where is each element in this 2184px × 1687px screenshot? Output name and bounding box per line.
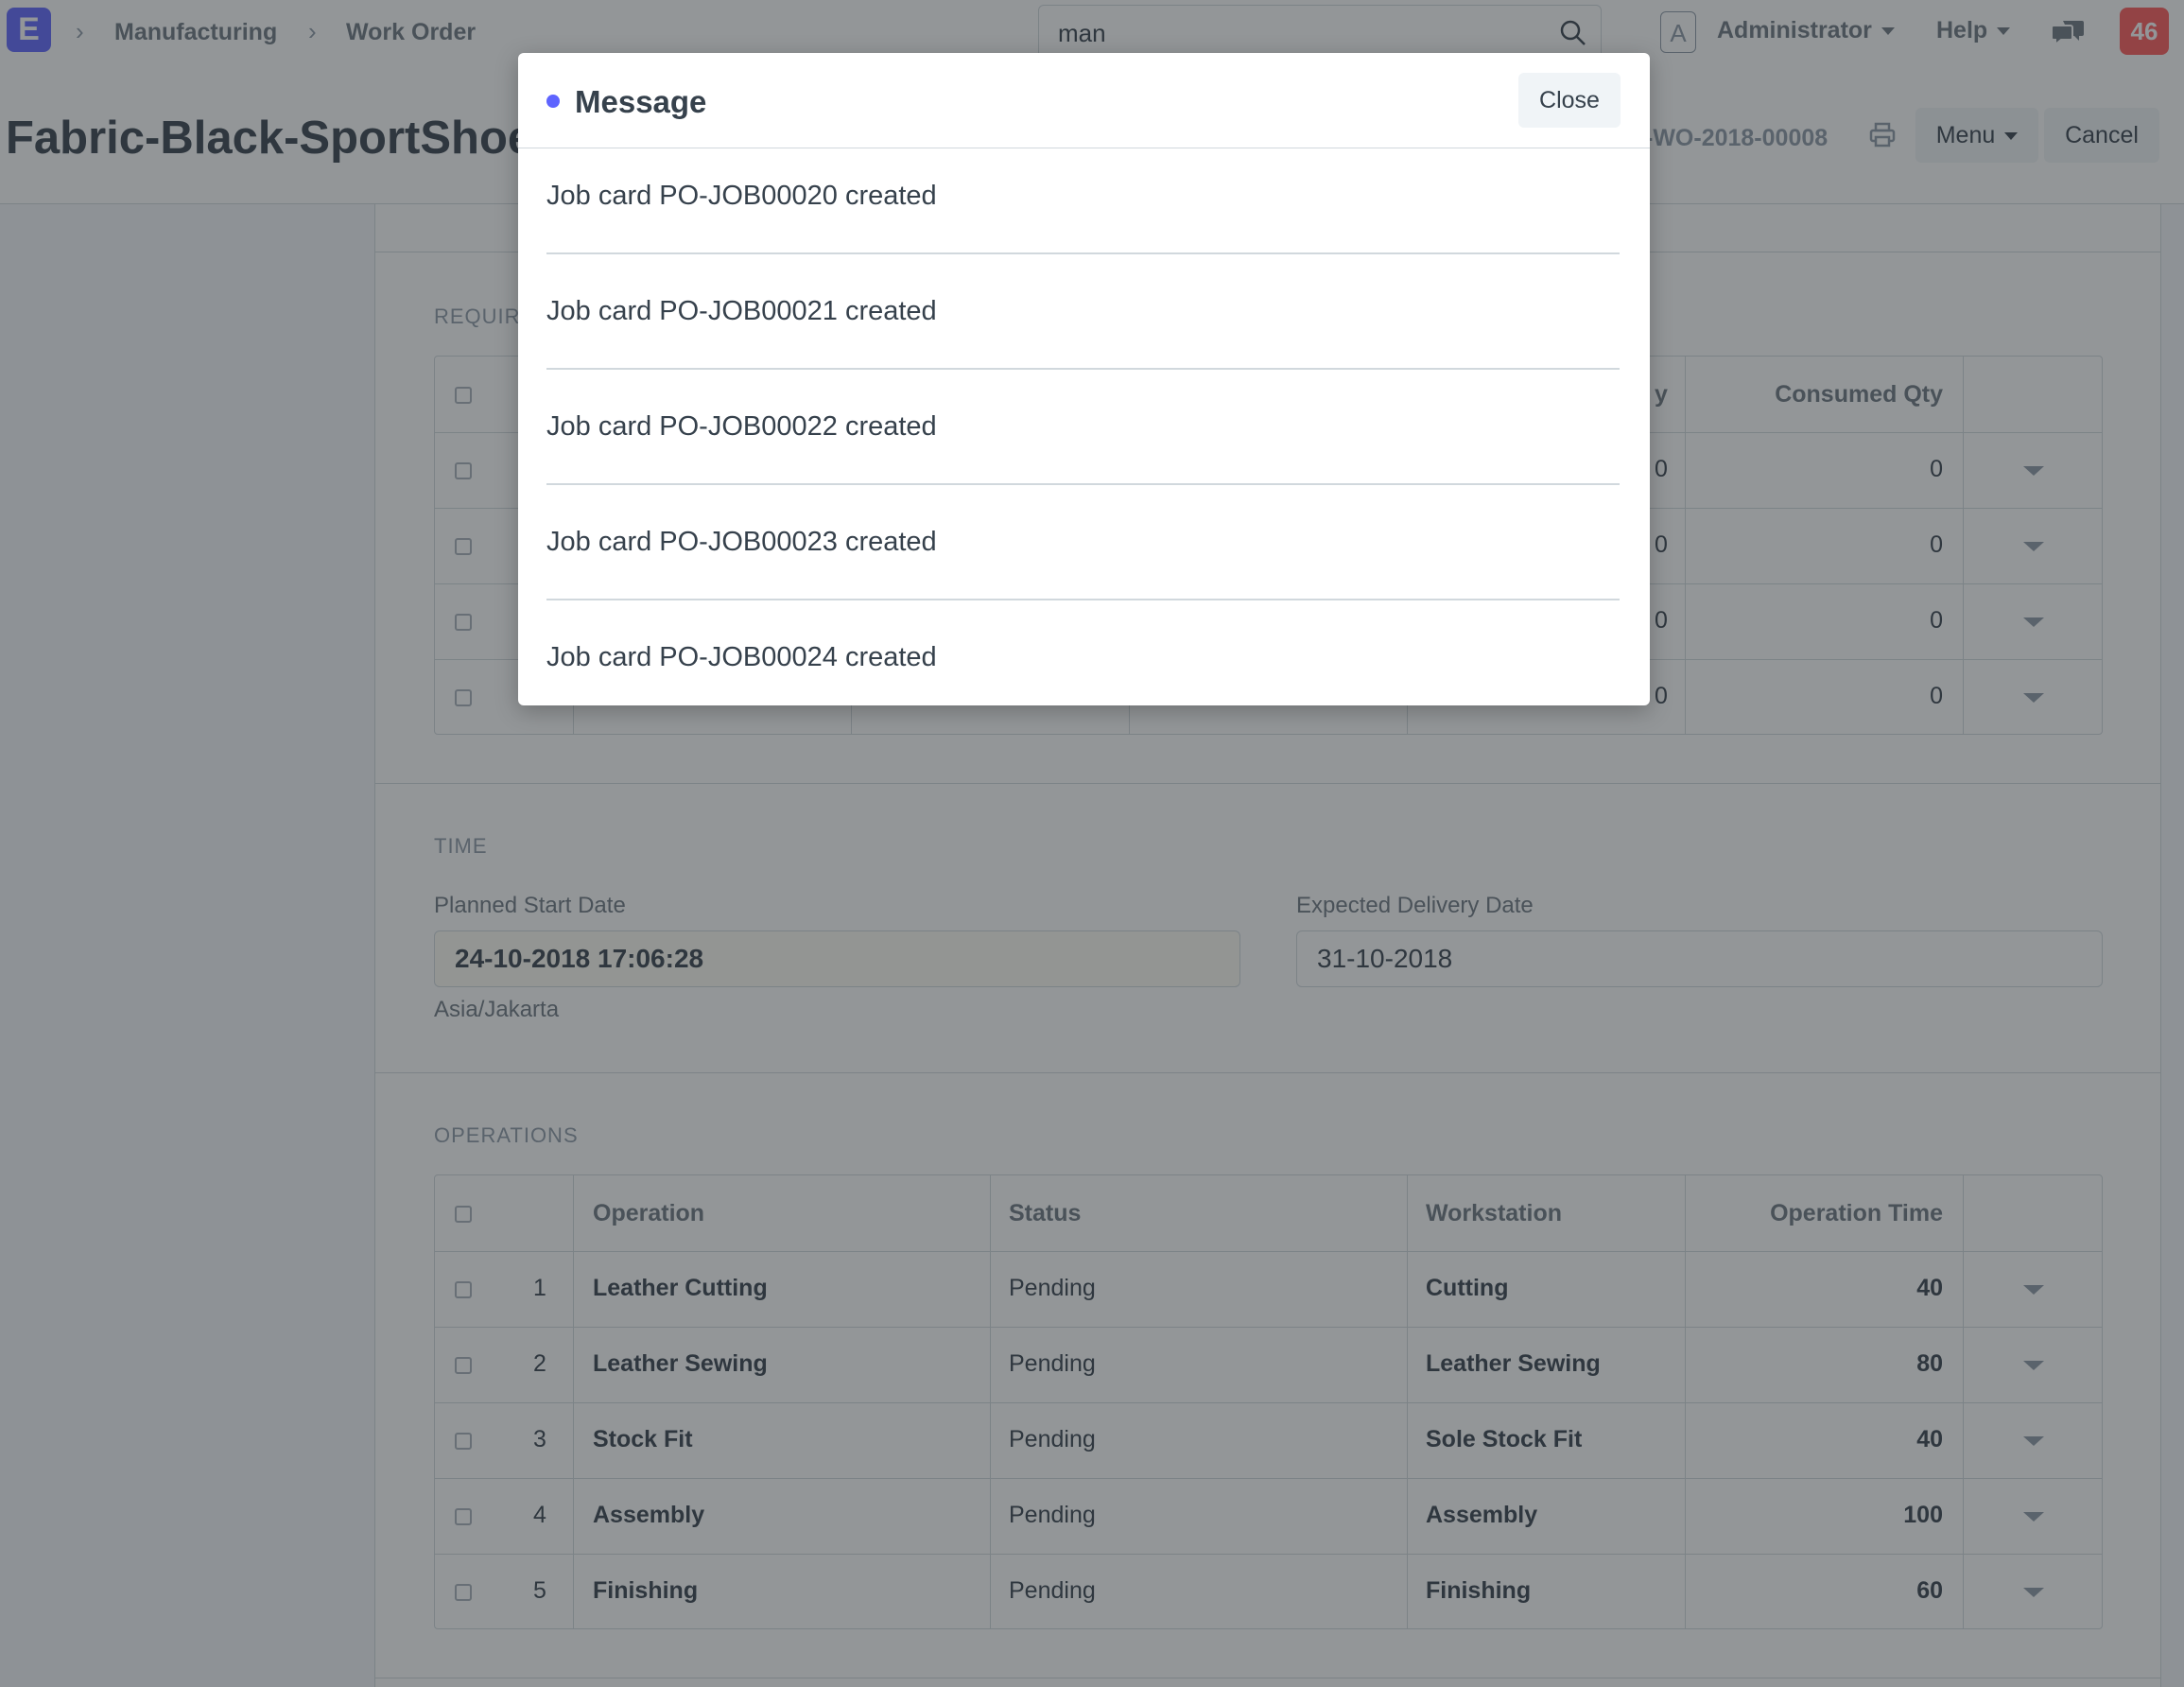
message-divider	[546, 252, 1620, 254]
message-divider	[546, 483, 1620, 485]
dialog-title: Message	[575, 84, 707, 119]
message-line: Job card PO-JOB00021 created	[546, 296, 937, 326]
message-divider	[546, 368, 1620, 370]
indicator-dot-icon	[546, 95, 560, 108]
close-button[interactable]: Close	[1518, 73, 1621, 128]
dialog-header: Message Close	[518, 53, 1650, 148]
message-line: Job card PO-JOB00020 created	[546, 181, 937, 211]
message-dialog: Message Close Job card PO-JOB00020 creat…	[518, 53, 1650, 705]
message-line: Job card PO-JOB00024 created	[546, 642, 937, 672]
message-line: Job card PO-JOB00022 created	[546, 411, 937, 442]
message-divider	[546, 599, 1620, 600]
message-line: Job card PO-JOB00023 created	[546, 527, 937, 557]
